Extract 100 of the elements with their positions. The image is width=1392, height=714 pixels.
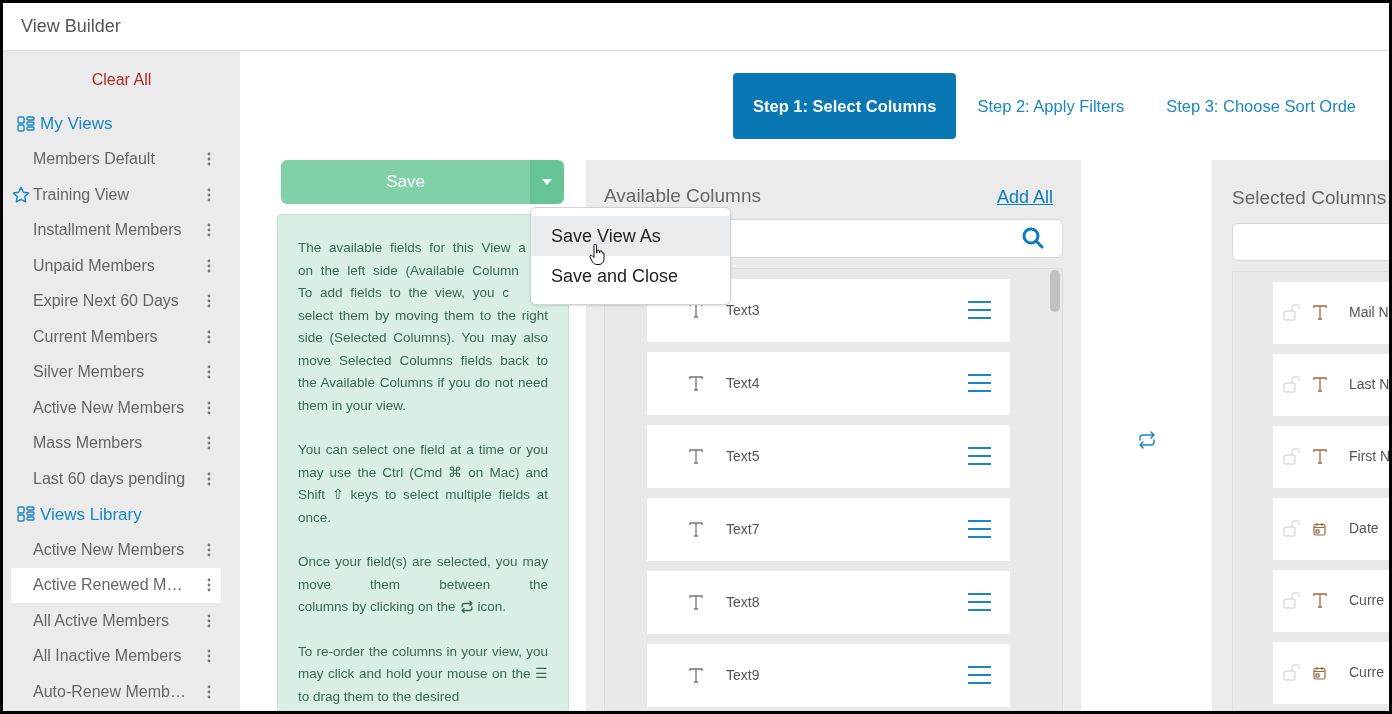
- column-item[interactable]: Curre: [1273, 641, 1389, 704]
- item-label: Active New Members: [33, 539, 186, 560]
- text-type-icon: [1313, 305, 1327, 320]
- column-label: Last N: [1349, 375, 1389, 394]
- item-label: Unpaid Members: [33, 255, 156, 276]
- sidebar-item[interactable]: Training View: [11, 177, 221, 213]
- info-text: You can select one field at a time or you may use the Ctrl (Cmd ⌘ on Mac) and Shift ⇧ keys to select multiple fields at once.: [298, 441, 548, 527]
- column-item[interactable]: Text9: [647, 643, 1010, 707]
- item-label: All Inactive Members: [33, 646, 183, 667]
- sidebar-item[interactable]: Unpaid Members: [11, 248, 221, 284]
- more-icon[interactable]: [207, 578, 211, 593]
- calendar-icon: [1313, 521, 1326, 536]
- column-label: Text5: [726, 446, 761, 466]
- column-item[interactable]: Curre: [1273, 569, 1389, 632]
- item-label: Auto-Renew Memb…: [33, 681, 187, 702]
- drag-handle-icon[interactable]: [968, 666, 991, 684]
- sidebar-item[interactable]: Last 60 days pending: [11, 461, 221, 497]
- more-icon[interactable]: [207, 684, 211, 699]
- info-text: select them by moving them to the right side (Selected Columns). You may also move Selected Columns fields back to the Available Columns if you do not need them in your view.: [298, 306, 548, 415]
- sidebar-item[interactable]: Active New Members: [11, 390, 221, 426]
- item-label: Active Renewed M…: [33, 575, 184, 596]
- item-label: Mass Members: [33, 433, 144, 454]
- sidebar-item[interactable]: Mass Members: [11, 425, 221, 461]
- sidebar-item[interactable]: Expire Next 60 Days: [11, 283, 221, 319]
- sidebar-item[interactable]: All Inactive Members: [11, 638, 221, 674]
- more-icon[interactable]: [207, 294, 211, 309]
- text-type-icon: [1313, 377, 1327, 392]
- sidebar-item[interactable]: Current Members: [11, 319, 221, 355]
- text-type-icon: [1313, 449, 1327, 464]
- calendar-icon: [1313, 665, 1326, 680]
- panel-title: Available Columns: [604, 184, 761, 208]
- text-type-icon: [689, 667, 703, 683]
- more-icon[interactable]: [207, 471, 211, 486]
- text-type-icon: [689, 448, 703, 464]
- sidebar-item[interactable]: Members Default: [11, 141, 221, 177]
- column-item[interactable]: Last N: [1273, 353, 1389, 416]
- more-icon[interactable]: [207, 365, 211, 380]
- swap-icon: [459, 600, 474, 615]
- drag-handle-icon[interactable]: [968, 374, 991, 392]
- column-label: Date: [1349, 519, 1379, 538]
- column-item[interactable]: Text4: [647, 351, 1010, 415]
- more-icon[interactable]: [207, 329, 211, 344]
- more-icon[interactable]: [207, 613, 211, 628]
- text-type-icon: [689, 302, 703, 318]
- save-menu-toggle[interactable]: [530, 160, 564, 204]
- sidebar-item[interactable]: Silver Members: [11, 354, 221, 390]
- text-type-icon: [689, 375, 703, 391]
- text-type-icon: [1313, 593, 1327, 608]
- info-text: To re-order the columns in your view, you may click and hold your mouse on the ☰ to drag them to the desired: [298, 642, 548, 706]
- item-label: All Active Members: [33, 610, 171, 631]
- more-icon[interactable]: [207, 649, 211, 664]
- swap-icon[interactable]: [1136, 430, 1157, 450]
- sidebar-item[interactable]: All Active Members: [11, 603, 221, 639]
- drag-handle-icon[interactable]: [968, 520, 991, 538]
- drag-handle-icon[interactable]: [968, 447, 991, 465]
- info-text-line: The available fields for this View a: [298, 239, 527, 257]
- clear-all-link[interactable]: Clear All: [91, 68, 152, 92]
- info-text: columns by clicking on the: [298, 598, 456, 616]
- star-icon: [12, 185, 30, 204]
- more-icon[interactable]: [207, 400, 211, 415]
- sidebar-item[interactable]: Active Renewed M…: [11, 567, 221, 603]
- drag-handle-icon[interactable]: [968, 593, 991, 611]
- item-label: Active New Members: [33, 397, 186, 418]
- section-title[interactable]: Views Library: [40, 501, 142, 527]
- column-item[interactable]: Mail N: [1273, 281, 1389, 344]
- column-item[interactable]: First N: [1273, 425, 1389, 488]
- hand-cursor-icon: [589, 244, 605, 266]
- sidebar-item[interactable]: Installment Members: [11, 212, 221, 248]
- item-label: Expire Next 60 Days: [33, 291, 180, 312]
- item-label: Silver Members: [33, 362, 146, 383]
- column-label: Text4: [726, 373, 761, 393]
- step-tab[interactable]: Step 1: Select Columns: [733, 73, 957, 139]
- item-label: Members Default: [33, 149, 156, 170]
- caret-icon: [542, 179, 552, 185]
- add-all-link[interactable]: Add All: [996, 183, 1053, 211]
- sidebar-item[interactable]: Auto-Renew Memb…: [11, 674, 221, 710]
- drag-handle-icon[interactable]: [968, 301, 991, 319]
- panel-title: Selected Columns: [1232, 186, 1388, 210]
- column-item[interactable]: Text7: [647, 497, 1010, 561]
- search-field[interactable]: [1232, 222, 1389, 261]
- text-type-icon: [689, 521, 703, 537]
- info-text-line: To add fields to the view, you c: [298, 284, 511, 302]
- step-tab[interactable]: Step 3: Choose Sort Orde: [1145, 73, 1377, 139]
- column-label: Curre: [1349, 591, 1384, 610]
- info-text: icon.: [477, 598, 507, 616]
- more-icon[interactable]: [207, 542, 211, 557]
- more-icon[interactable]: [207, 152, 211, 167]
- column-item[interactable]: Text8: [647, 570, 1010, 634]
- step-tab[interactable]: Step 2: Apply Filters: [956, 73, 1146, 139]
- section-title[interactable]: My Views: [40, 111, 113, 137]
- column-item[interactable]: Date: [1273, 497, 1389, 560]
- more-icon[interactable]: [207, 258, 211, 273]
- column-label: Text8: [726, 592, 761, 612]
- more-icon[interactable]: [207, 436, 211, 451]
- more-icon[interactable]: [207, 187, 211, 202]
- column-item[interactable]: Text5: [647, 424, 1010, 488]
- text-type-icon: [689, 594, 703, 610]
- scrollbar-thumb[interactable]: [1050, 269, 1060, 312]
- more-icon[interactable]: [207, 223, 211, 238]
- sidebar-item[interactable]: Active New Members: [11, 532, 221, 568]
